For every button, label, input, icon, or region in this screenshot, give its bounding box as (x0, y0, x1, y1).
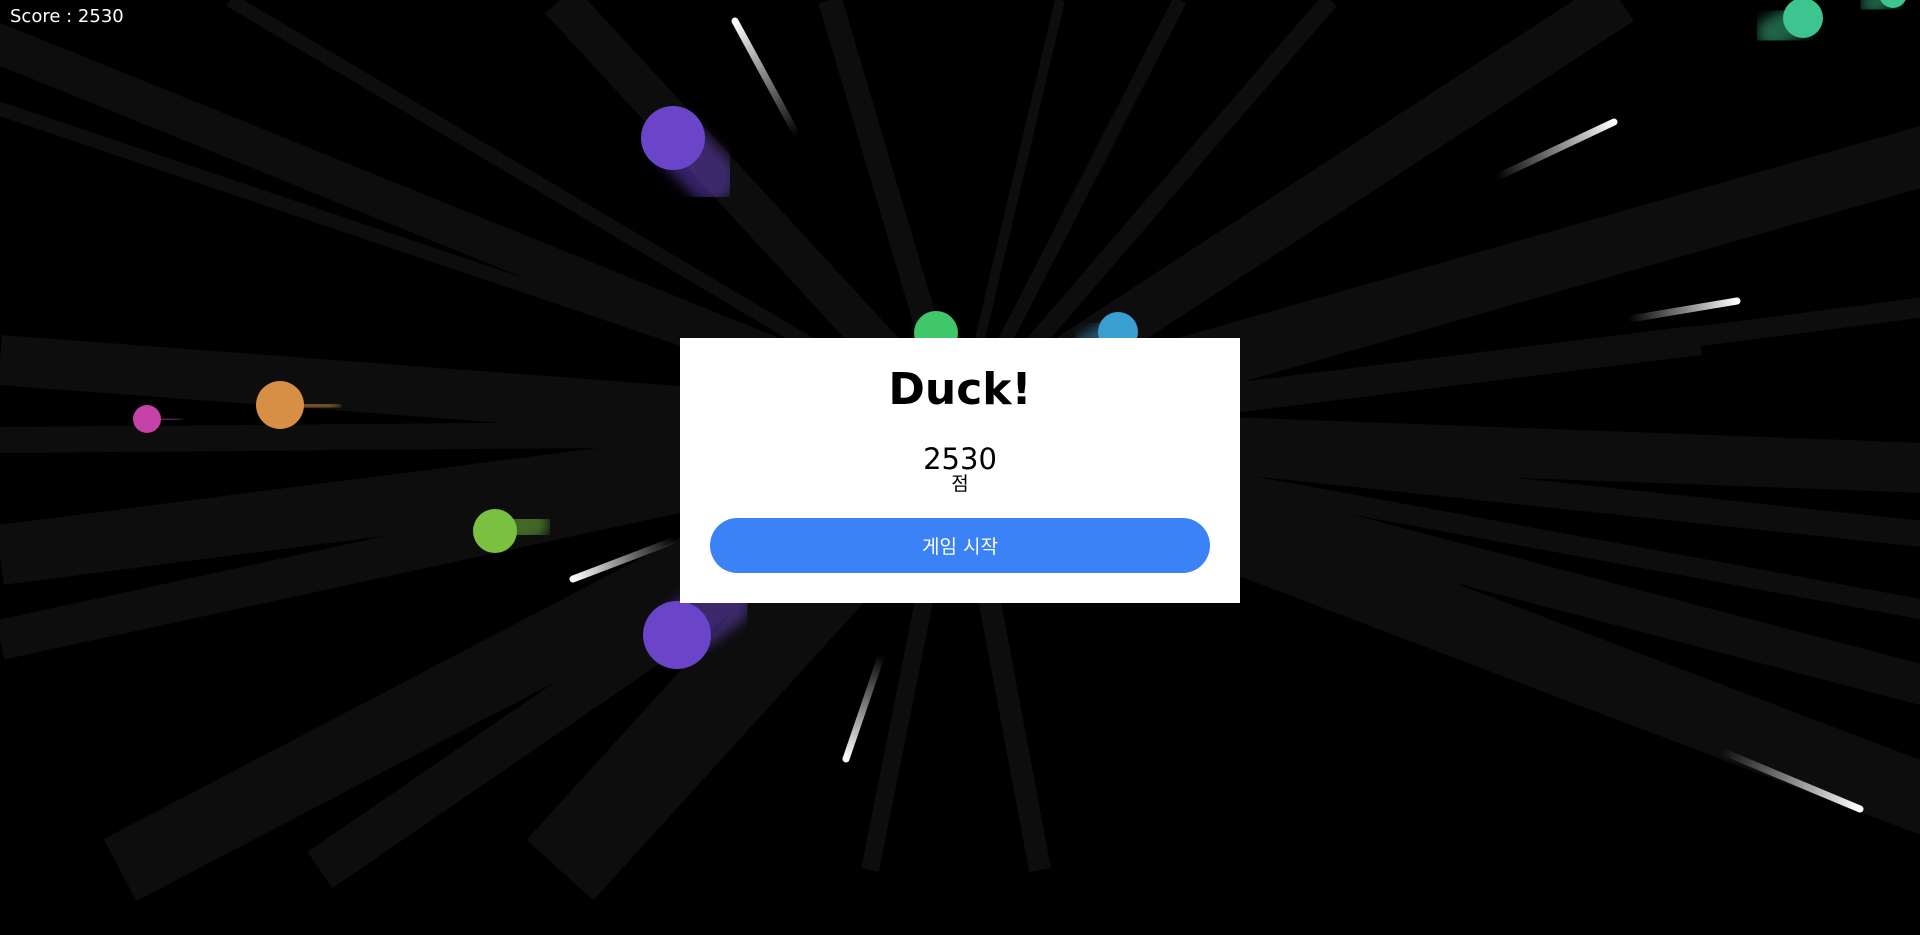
glowing-orb (643, 601, 711, 669)
light-streak (731, 17, 801, 139)
game-title: Duck! (888, 364, 1032, 415)
score-unit-label: 점 (951, 473, 969, 495)
light-streak (842, 651, 886, 763)
score-display: Score : 2530 (10, 6, 124, 27)
glowing-orb (473, 509, 517, 553)
glowing-orb (256, 381, 304, 429)
start-game-button[interactable]: 게임 시작 (710, 518, 1210, 573)
light-streak (1625, 297, 1741, 323)
glowing-orb (641, 106, 705, 170)
game-over-dialog: Duck! 2530 점 게임 시작 (680, 338, 1240, 603)
final-score-value: 2530 (923, 442, 997, 476)
game-stage[interactable]: Score : 2530 Duck! 2530 점 게임 시작 (0, 0, 1920, 935)
light-streak (1492, 118, 1618, 182)
glowing-orb (133, 405, 161, 433)
